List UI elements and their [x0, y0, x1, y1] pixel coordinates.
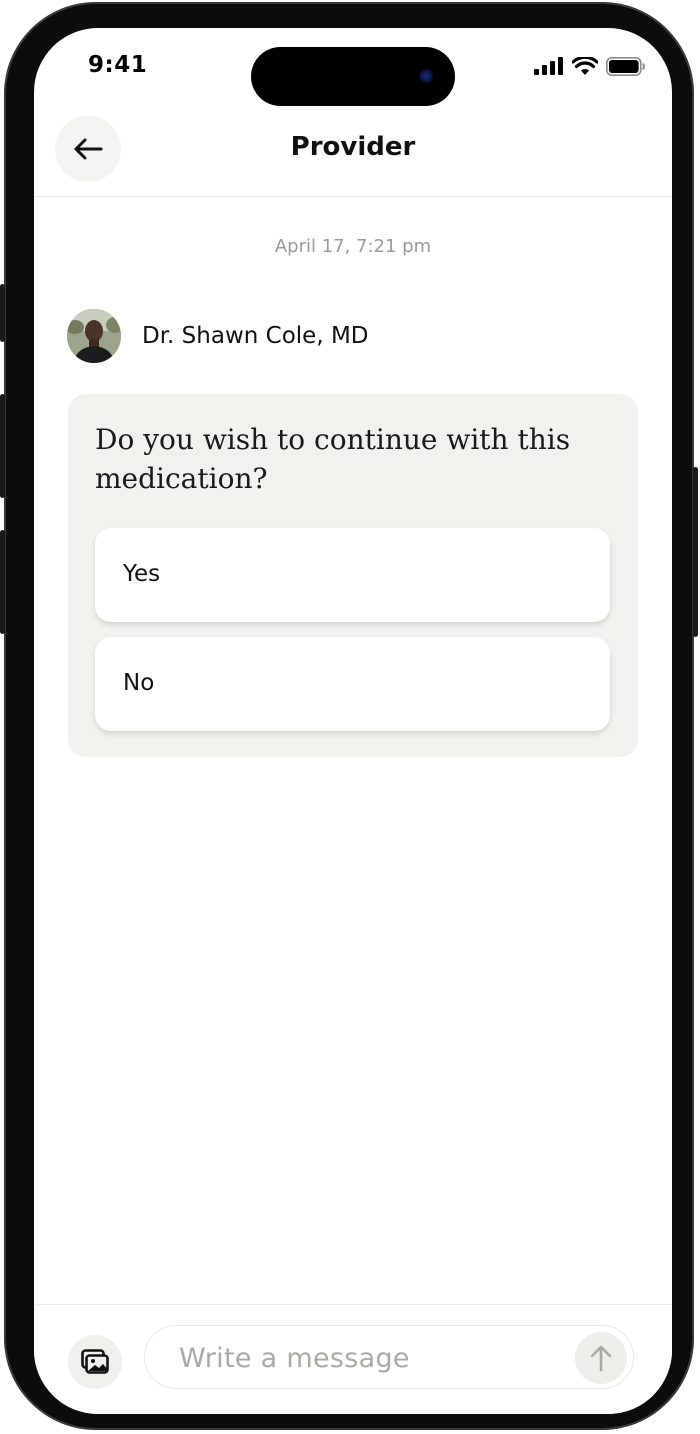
attach-photo-button[interactable] [68, 1335, 122, 1389]
sender-name: Dr. Shawn Cole, MD [142, 323, 369, 349]
option-yes-button[interactable]: Yes [95, 528, 610, 622]
power-button [693, 467, 698, 637]
option-label: Yes [123, 561, 161, 587]
page-title: Provider [290, 132, 416, 162]
status-bar: 9:41 [34, 28, 672, 108]
dynamic-island [251, 47, 455, 106]
cellular-signal-icon [534, 57, 563, 75]
message-input[interactable]: Write a message [144, 1325, 634, 1389]
status-icons [534, 56, 646, 76]
nav-header: Provider [34, 114, 672, 197]
message-sender: Dr. Shawn Cole, MD [67, 309, 369, 363]
message-composer: Write a message [34, 1304, 672, 1414]
send-button[interactable] [575, 1332, 627, 1384]
question-card: Do you wish to continue with this medica… [68, 394, 638, 757]
message-placeholder: Write a message [179, 1343, 410, 1374]
action-button [0, 284, 5, 342]
screen: 9:41 Provider April 17, 7:21 pm Dr. Shaw… [34, 28, 672, 1414]
status-time: 9:41 [88, 52, 148, 78]
phone-frame: 9:41 Provider April 17, 7:21 pm Dr. Shaw… [0, 2, 698, 1430]
wifi-icon [572, 56, 598, 75]
volume-up-button [0, 394, 5, 498]
option-label: No [123, 670, 155, 696]
provider-photo-icon [67, 309, 121, 363]
photo-gallery-icon [81, 1349, 109, 1374]
arrow-up-icon [590, 1345, 612, 1372]
front-camera-icon [419, 69, 433, 83]
avatar [67, 309, 121, 363]
option-no-button[interactable]: No [95, 637, 610, 731]
battery-icon [606, 56, 645, 76]
message-timestamp: April 17, 7:21 pm [274, 236, 432, 257]
volume-down-button [0, 530, 5, 634]
question-text: Do you wish to continue with this medica… [95, 423, 571, 495]
